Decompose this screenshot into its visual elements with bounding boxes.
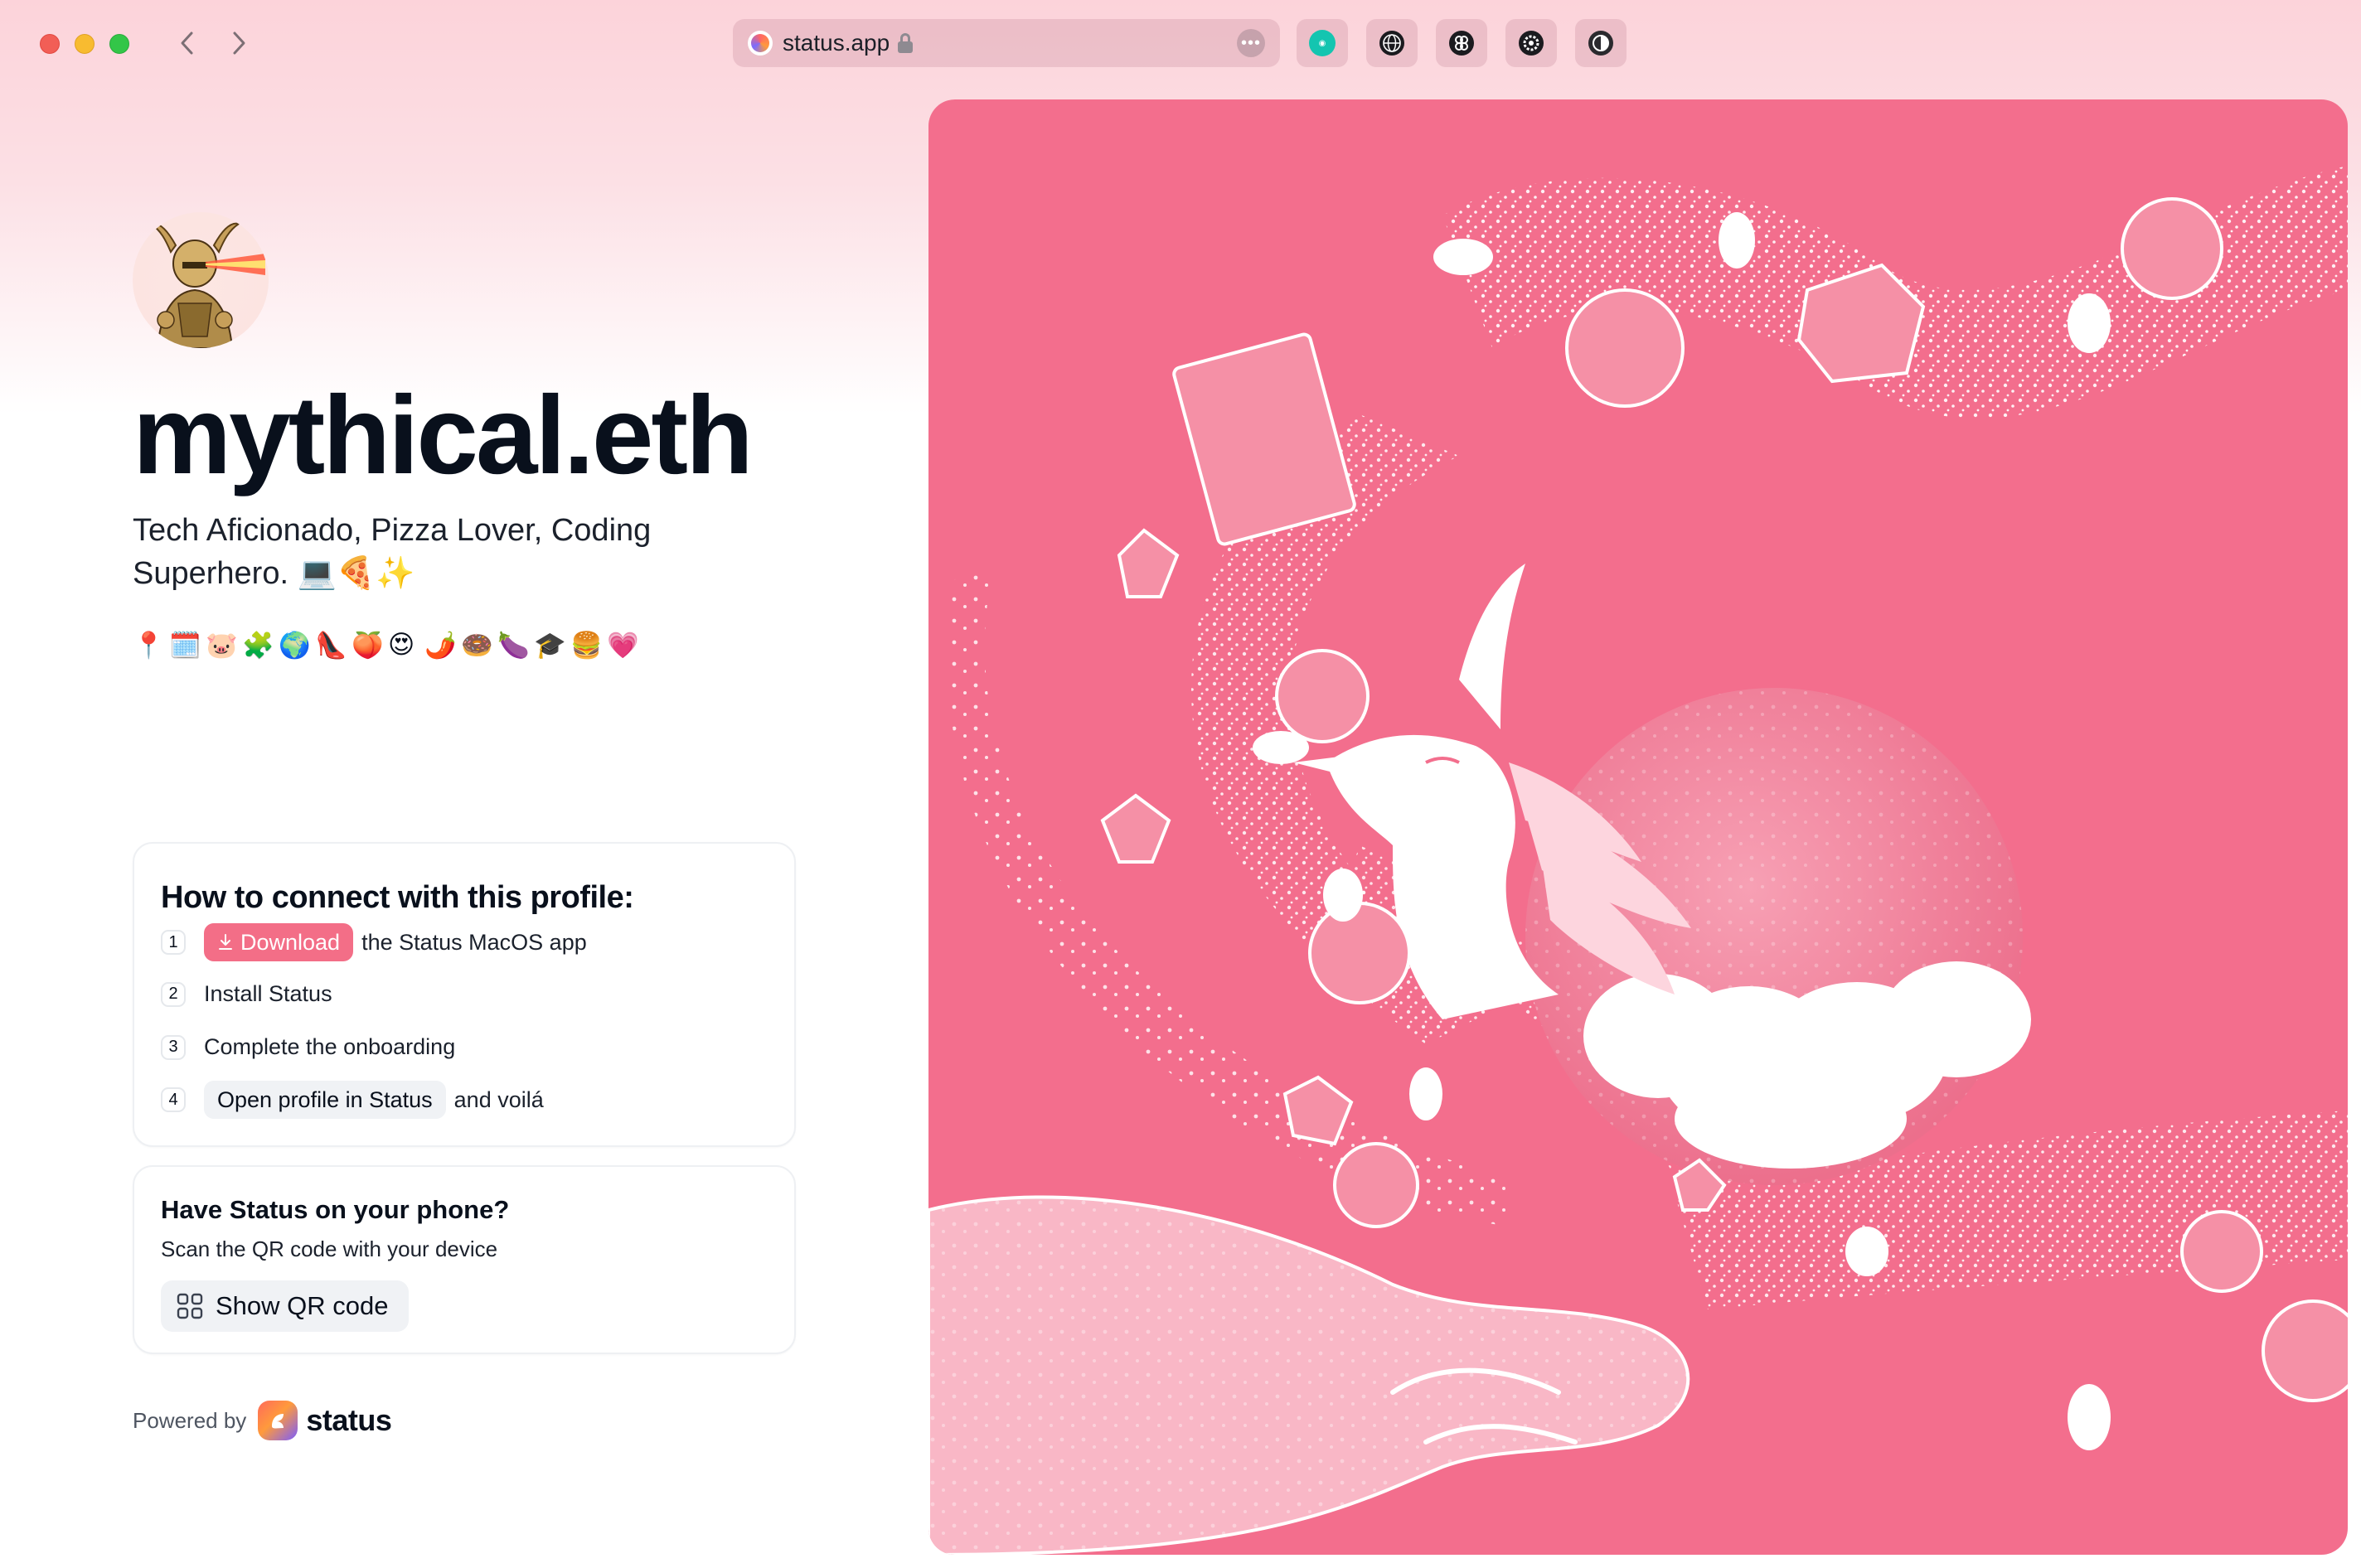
emoji-tag: 🍑 bbox=[351, 631, 384, 660]
emoji-tag: 🧩 bbox=[242, 631, 274, 660]
emoji-tag: 📍 bbox=[133, 631, 165, 660]
extension-button-2[interactable] bbox=[1366, 19, 1418, 67]
contrast-icon bbox=[1588, 31, 1613, 56]
web-icon bbox=[1379, 31, 1404, 56]
emoji-tag: 💗 bbox=[607, 631, 639, 660]
emoji-tags: 📍 🗓️ 🐷 🧩 🌍 👠 🍑 😍 🌶️ 🍩 🍆 🎓 🍔 💗 bbox=[133, 630, 639, 661]
close-window-button[interactable] bbox=[40, 34, 60, 54]
emoji-tag: 👠 bbox=[315, 631, 347, 660]
emoji-tag: 🗓️ bbox=[169, 631, 201, 660]
lock-icon bbox=[898, 33, 914, 53]
emoji-tag: 🎓 bbox=[534, 631, 566, 660]
status-logo-icon[interactable] bbox=[258, 1401, 298, 1440]
window-controls bbox=[40, 34, 129, 54]
phone-card: Have Status on your phone? Scan the QR c… bbox=[133, 1165, 796, 1354]
emoji-tag: 🍩 bbox=[461, 631, 493, 660]
url-text: status.app bbox=[783, 30, 890, 56]
connect-title: How to connect with this profile: bbox=[161, 880, 634, 915]
download-button[interactable]: Download bbox=[204, 923, 354, 961]
address-bar[interactable]: status.app ••• bbox=[733, 19, 1280, 67]
extension-button-4[interactable] bbox=[1505, 19, 1557, 67]
step-text: Install Status bbox=[204, 981, 332, 1006]
emoji-tag: 🌍 bbox=[279, 631, 311, 660]
emoji-tag: 🌶️ bbox=[424, 631, 457, 660]
step-number: 1 bbox=[161, 930, 186, 955]
step-1: 1 Download the Status MacOS app bbox=[161, 923, 587, 961]
step-3: 3 Complete the onboarding bbox=[161, 1034, 455, 1060]
chevron-left-icon bbox=[181, 31, 193, 55]
emoji-tag: 🐷 bbox=[206, 631, 238, 660]
hero-illustration bbox=[928, 99, 2348, 1555]
qr-code-icon bbox=[177, 1293, 203, 1319]
download-icon bbox=[219, 934, 232, 950]
connect-card: How to connect with this profile: 1 Down… bbox=[133, 842, 796, 1147]
download-button-label: Download bbox=[240, 929, 341, 955]
mythical-warrior-avatar bbox=[148, 222, 265, 348]
gear-icon bbox=[1519, 31, 1544, 56]
teal-extension-icon: ◉ bbox=[1309, 30, 1336, 56]
powered-by-label: Powered by bbox=[133, 1407, 247, 1433]
step-number: 2 bbox=[161, 981, 186, 1007]
avatar bbox=[133, 212, 269, 348]
step-text: the Status MacOS app bbox=[361, 929, 587, 955]
site-favicon bbox=[748, 31, 773, 56]
extension-button-1[interactable]: ◉ bbox=[1297, 19, 1348, 67]
emoji-tag: 🍔 bbox=[570, 631, 603, 660]
step-text: and voilá bbox=[453, 1086, 544, 1112]
step-4: 4 Open profile in Status and voilá bbox=[161, 1081, 544, 1119]
profile-bio: Tech Aficionado, Pizza Lover, Coding Sup… bbox=[133, 513, 652, 591]
emoji-tag: 🍆 bbox=[497, 631, 530, 660]
minimize-window-button[interactable] bbox=[75, 34, 95, 54]
open-profile-button[interactable]: Open profile in Status bbox=[204, 1081, 446, 1119]
profile-name: mythical.eth bbox=[133, 374, 754, 497]
extension-button-5[interactable] bbox=[1575, 19, 1627, 67]
powered-by: Powered by status bbox=[133, 1401, 392, 1440]
extension-button-3[interactable] bbox=[1436, 19, 1487, 67]
zoom-window-button[interactable] bbox=[109, 34, 129, 54]
chevron-right-icon bbox=[233, 31, 245, 55]
more-options-icon[interactable]: ••• bbox=[1237, 29, 1265, 57]
emoji-tag: 😍 bbox=[388, 630, 415, 659]
phone-subtitle: Scan the QR code with your device bbox=[161, 1236, 498, 1261]
back-button[interactable] bbox=[169, 25, 206, 61]
phone-title: Have Status on your phone? bbox=[161, 1195, 510, 1224]
show-qr-code-label: Show QR code bbox=[216, 1291, 389, 1320]
unicorn-galaxy-illustration bbox=[928, 166, 2348, 1555]
status-wordmark[interactable]: status bbox=[306, 1403, 392, 1438]
forward-button[interactable] bbox=[221, 25, 257, 61]
step-2: 2 Install Status bbox=[161, 981, 332, 1007]
step-number: 4 bbox=[161, 1087, 186, 1112]
link-icon bbox=[1449, 31, 1474, 56]
step-number: 3 bbox=[161, 1034, 186, 1060]
show-qr-code-button[interactable]: Show QR code bbox=[161, 1280, 409, 1332]
step-text: Complete the onboarding bbox=[204, 1034, 456, 1059]
